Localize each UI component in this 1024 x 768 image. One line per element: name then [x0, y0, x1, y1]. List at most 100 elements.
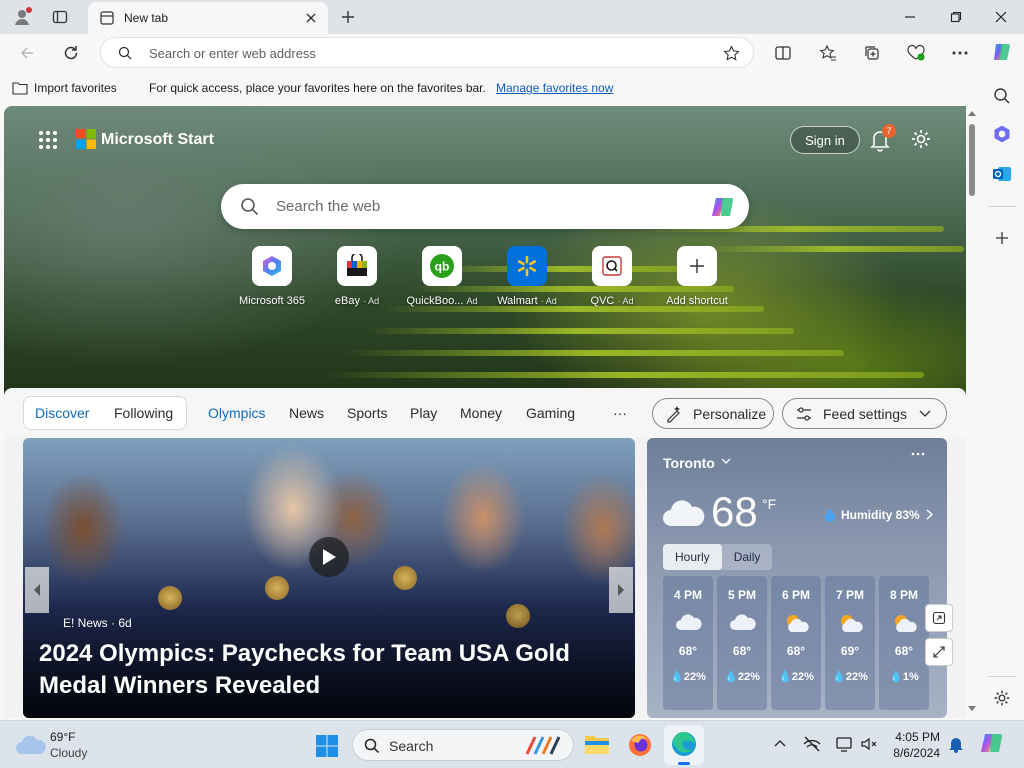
tab-gaming[interactable]: Gaming: [526, 405, 575, 421]
tab-following[interactable]: Following: [114, 405, 173, 421]
shortcut-walmart[interactable]: Walmart · Ad: [482, 246, 572, 307]
notification-bell-icon[interactable]: [948, 735, 964, 753]
tab-actions-icon[interactable]: [52, 9, 68, 25]
outlook-icon[interactable]: [990, 162, 1014, 186]
tab-sports[interactable]: Sports: [347, 405, 387, 421]
system-clock[interactable]: 4:05 PM 8/6/2024: [884, 729, 940, 761]
microsoft-365-icon: [252, 246, 292, 286]
new-tab-button[interactable]: [340, 9, 356, 25]
hourly-forecast-item[interactable]: 6 PM 68° 💧22%: [771, 576, 821, 710]
collections-icon[interactable]: [861, 42, 883, 64]
notifications-bell-icon[interactable]: 7: [870, 124, 896, 152]
address-bar[interactable]: Search or enter web address: [100, 37, 754, 68]
forecast-time: 4 PM: [673, 588, 702, 602]
scroll-up-arrow-icon[interactable]: [968, 110, 976, 116]
volume-muted-icon[interactable]: [860, 735, 878, 753]
windows-start-icon[interactable]: [315, 734, 339, 758]
refresh-icon[interactable]: [60, 42, 82, 64]
chevron-down-icon: [919, 410, 931, 418]
hourly-forecast-item[interactable]: 5 PM 68° 💧22%: [717, 576, 767, 710]
taskbar-weather-widget[interactable]: [14, 732, 46, 758]
taskbar-weather-temp[interactable]: 69°F: [50, 730, 75, 744]
play-video-button[interactable]: [309, 537, 349, 577]
tab-olympics[interactable]: Olympics: [208, 405, 266, 421]
copilot-taskbar-icon[interactable]: [978, 730, 1006, 758]
search-icon[interactable]: [990, 84, 1014, 108]
scrollbar-thumb[interactable]: [969, 124, 975, 196]
favorite-star-icon[interactable]: [723, 45, 740, 62]
tab-news[interactable]: News: [289, 405, 324, 421]
file-explorer-icon[interactable]: [584, 732, 610, 756]
close-tab-icon[interactable]: [304, 11, 318, 25]
tab-hourly[interactable]: Hourly: [663, 544, 722, 570]
personalize-button[interactable]: Personalize: [652, 398, 774, 429]
tab-play[interactable]: Play: [410, 405, 437, 421]
more-tabs-button[interactable]: ···: [613, 405, 627, 421]
chevron-down-icon[interactable]: [721, 458, 731, 465]
sign-in-button[interactable]: Sign in: [790, 126, 860, 154]
search-icon: [118, 46, 132, 60]
sidebar-settings-gear-icon[interactable]: [990, 686, 1014, 710]
shortcut-ebay[interactable]: eBay · Ad: [312, 246, 402, 307]
expand-icon[interactable]: [925, 638, 953, 666]
shortcut-label: Walmart: [497, 295, 538, 307]
shortcut-microsoft-365[interactable]: Microsoft 365: [227, 246, 317, 307]
next-story-button[interactable]: [609, 567, 633, 613]
import-favorites-button[interactable]: Import favorites: [34, 81, 117, 95]
add-sidebar-app-icon[interactable]: [990, 226, 1014, 250]
back-arrow-icon[interactable]: [16, 42, 38, 64]
microsoft-start-brand[interactable]: Microsoft Start: [101, 131, 214, 149]
page-settings-gear-icon[interactable]: [910, 128, 932, 150]
close-window-button[interactable]: [978, 0, 1024, 34]
open-in-new-icon[interactable]: [925, 604, 953, 632]
hourly-forecast-item[interactable]: 7 PM 69° 💧22%: [825, 576, 875, 710]
feed-settings-button[interactable]: Feed settings: [782, 398, 947, 429]
previous-story-button[interactable]: [25, 567, 49, 613]
microsoft-logo-icon[interactable]: [76, 129, 96, 149]
minimize-button[interactable]: [887, 0, 933, 34]
add-shortcut-button[interactable]: Add shortcut: [652, 246, 742, 307]
taskbar-weather-condition[interactable]: Cloudy: [50, 746, 87, 760]
restore-button[interactable]: [933, 0, 979, 34]
display-icon[interactable]: [835, 735, 853, 753]
news-source[interactable]: E! News · 6d: [63, 616, 132, 630]
shortcut-quickbooks[interactable]: qb QuickBoo... Ad: [397, 246, 487, 307]
import-favorites-icon: [12, 81, 28, 95]
weather-card[interactable]: Toronto 68 °F Humidity 83% Hourly Daily …: [647, 438, 947, 718]
favorites-bar: Import favorites For quick access, place…: [0, 72, 1024, 104]
taskbar-search-box[interactable]: Search: [352, 729, 574, 761]
hourly-forecast-item[interactable]: 4 PM 68° 💧22%: [663, 576, 713, 710]
network-icon[interactable]: [803, 735, 821, 753]
split-screen-icon[interactable]: [772, 42, 794, 64]
news-headline[interactable]: 2024 Olympics: Paychecks for Team USA Go…: [39, 638, 629, 702]
shortcut-label: Microsoft 365: [238, 295, 306, 307]
browser-essentials-icon[interactable]: [905, 42, 927, 64]
chevron-right-icon[interactable]: [926, 509, 933, 520]
app-launcher-icon[interactable]: [38, 130, 58, 150]
weather-city[interactable]: Toronto: [663, 455, 715, 471]
more-options-icon[interactable]: [911, 452, 925, 456]
copilot-icon[interactable]: [990, 40, 1014, 64]
news-hero-card[interactable]: E! News · 6d 2024 Olympics: Paychecks fo…: [23, 438, 635, 718]
favorites-icon[interactable]: [817, 42, 839, 64]
manage-favorites-link[interactable]: Manage favorites now: [496, 81, 613, 95]
hourly-forecast-item[interactable]: 8 PM 68° 💧1%: [879, 576, 929, 710]
browser-toolbar: Search or enter web address: [0, 34, 1024, 72]
microsoft-365-icon[interactable]: [990, 122, 1014, 146]
tab-discover[interactable]: Discover: [35, 405, 89, 421]
settings-and-more-icon[interactable]: [949, 42, 971, 64]
firefox-icon[interactable]: [627, 732, 653, 758]
forecast-temp: 68°: [678, 644, 698, 658]
tab-daily[interactable]: Daily: [722, 544, 773, 570]
web-search-box[interactable]: Search the web: [221, 184, 749, 229]
show-hidden-icons-chevron-icon[interactable]: [774, 739, 786, 747]
partly-sunny-icon: [836, 612, 864, 636]
shortcut-qvc[interactable]: QVC · Ad: [567, 246, 657, 307]
tab-new-tab[interactable]: New tab: [88, 2, 328, 34]
tab-money[interactable]: Money: [460, 405, 502, 421]
edge-taskbar-button[interactable]: [664, 725, 704, 765]
profile-icon[interactable]: [12, 7, 32, 27]
page-scrollbar[interactable]: [966, 106, 978, 718]
copilot-search-icon[interactable]: [709, 193, 737, 221]
scroll-down-arrow-icon[interactable]: [968, 706, 976, 712]
